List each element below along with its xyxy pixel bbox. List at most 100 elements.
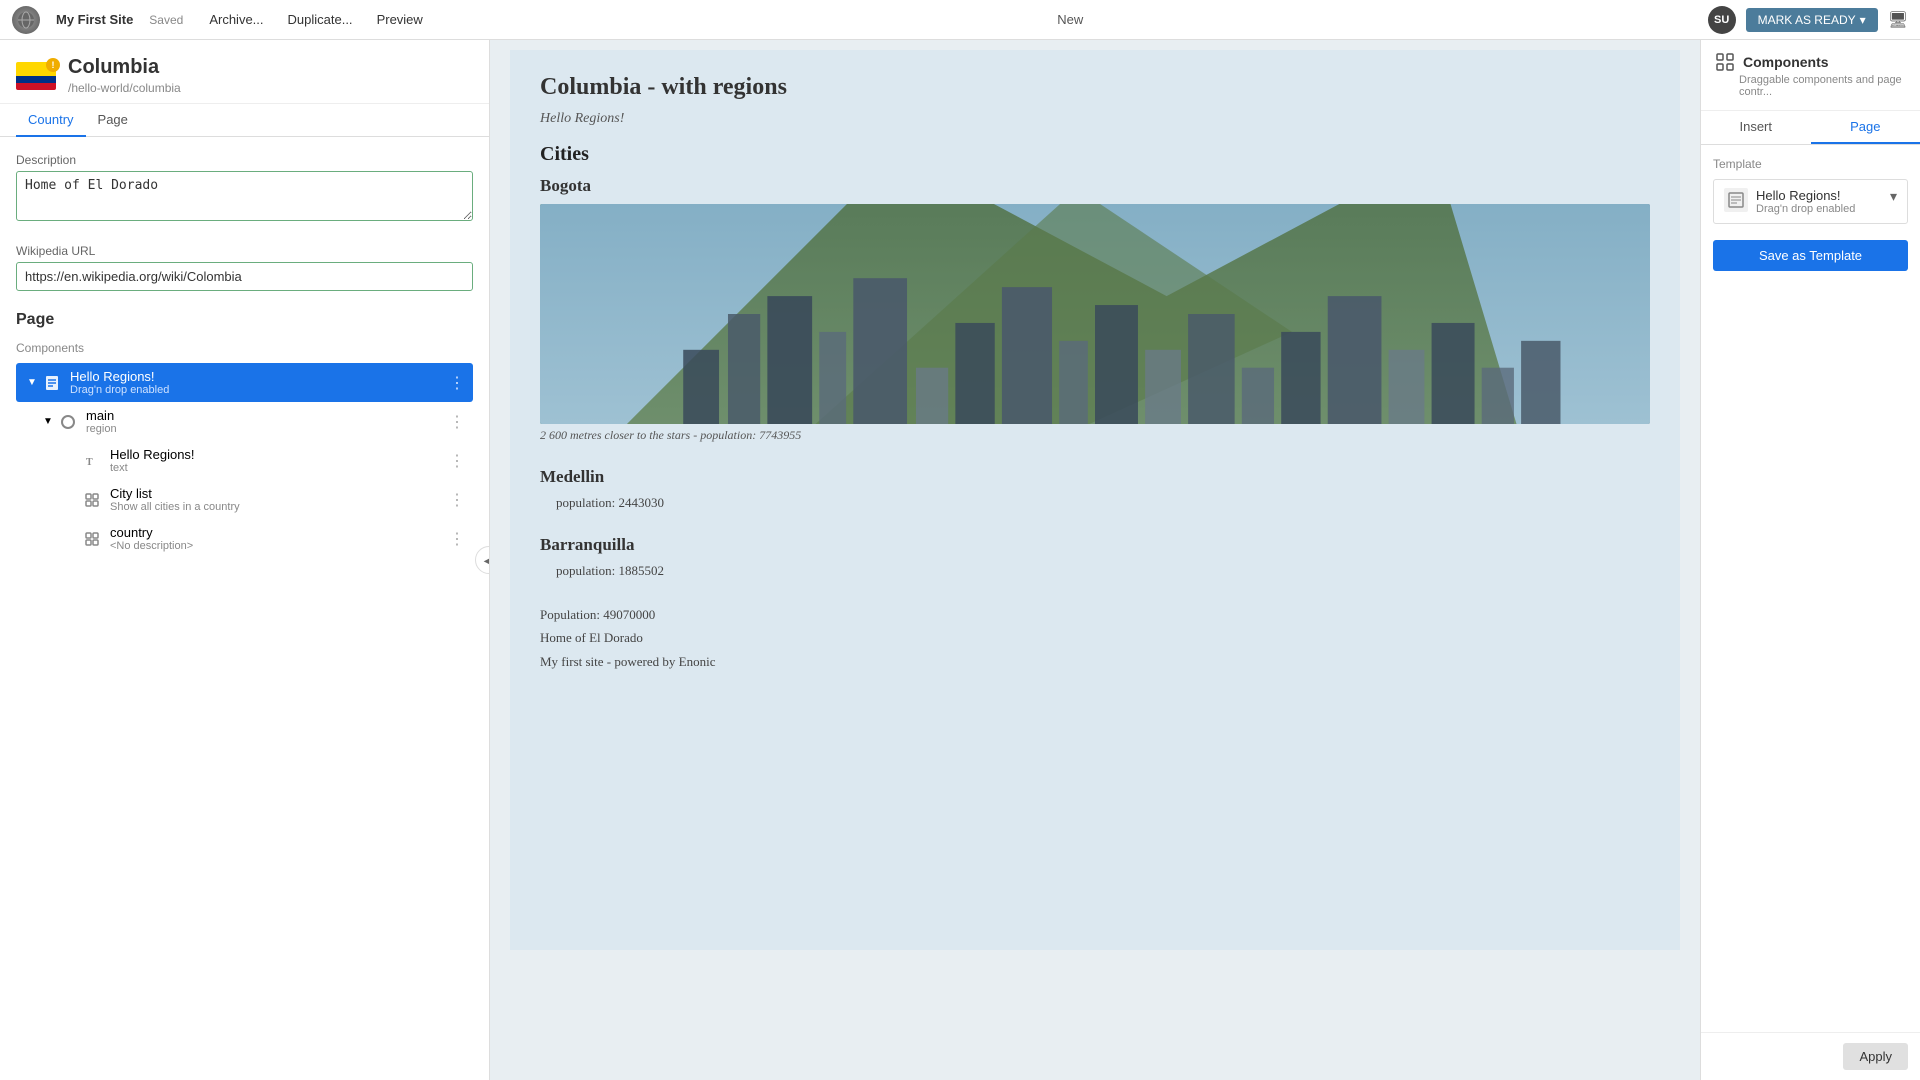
toggle-icon: ▼ [40,414,56,430]
wikipedia-input[interactable] [16,262,473,291]
entity-header: ! Columbia /hello-world/columbia [0,40,489,104]
wikipedia-group: Wikipedia URL [16,244,473,291]
app-logo [12,6,40,34]
footer-line3: My first site - powered by Enonic [540,650,1650,673]
comp-info: main region [86,408,449,435]
medellin-population: population: 2443030 [540,495,1650,511]
preview-hello: Hello Regions! [540,111,1650,127]
tab-insert[interactable]: Insert [1701,111,1811,144]
avatar: SU [1708,6,1736,34]
page-section-title: Page [16,311,473,329]
comp-name: Hello Regions! [110,447,449,462]
archive-button[interactable]: Archive... [199,8,273,31]
template-item[interactable]: Hello Regions! Drag'n drop enabled ▾ [1713,179,1908,224]
puzzle-icon [80,488,104,512]
comp-info: City list Show all cities in a country [110,486,449,513]
circle-icon [56,410,80,434]
comp-menu-icon[interactable]: ⋮ [449,451,465,471]
chevron-down-icon: ▾ [1860,13,1866,27]
preview-cities-heading: Cities [540,143,1650,166]
preview-scroll[interactable]: Columbia - with regions Hello Regions! C… [490,40,1700,1080]
apply-button[interactable]: Apply [1843,1043,1908,1070]
template-name: Hello Regions! [1756,188,1855,203]
city-name: Medellin [540,467,1650,487]
comp-name: country [110,525,449,540]
component-hello-regions[interactable]: ▼ Hello Regions! Drag'n drop enabled ⋮ [16,363,473,402]
comp-menu-icon[interactable]: ⋮ [449,529,465,549]
preview-button[interactable]: Preview [367,8,433,31]
component-city-list[interactable]: City list Show all cities in a country ⋮ [16,480,473,519]
comp-name: City list [110,486,449,501]
flag-warning: ! [46,58,60,72]
description-label: Description [16,153,473,167]
site-name: My First Site [56,12,133,27]
saved-badge: Saved [149,13,183,27]
preview-area: Columbia - with regions Hello Regions! C… [490,40,1700,1080]
left-content: Description Home of El Dorado Wikipedia … [0,137,489,1080]
toggle-spacer [64,492,80,508]
bogota-image [540,204,1650,424]
save-template-button[interactable]: Save as Template [1713,240,1908,271]
right-content: Template Hello Regions! Drag'n drop enab… [1701,145,1920,1032]
footer-info: Population: 49070000 Home of El Dorado M… [540,603,1650,673]
left-tabs: Country Page [0,104,489,137]
component-main[interactable]: ▼ main region ⋮ [16,402,473,441]
rp-title: Components [1715,52,1906,72]
right-actions: SU MARK AS READY ▾ 🖥 [1708,6,1908,34]
template-item-icon [1724,188,1748,212]
wikipedia-label: Wikipedia URL [16,244,473,258]
city-medellin: Medellin population: 2443030 [540,467,1650,511]
bogota-caption: 2 600 metres closer to the stars - popul… [540,428,1650,443]
template-dropdown-icon[interactable]: ▾ [1890,188,1897,205]
duplicate-button[interactable]: Duplicate... [278,8,363,31]
left-panel: ! Columbia /hello-world/columbia Country… [0,40,490,1080]
description-input[interactable]: Home of El Dorado [16,171,473,221]
center-label: New [449,12,1692,27]
template-label: Template [1713,157,1908,171]
description-group: Description Home of El Dorado [16,153,473,224]
comp-menu-icon[interactable]: ⋮ [449,490,465,510]
tab-country[interactable]: Country [16,104,86,137]
toggle-spacer [64,453,80,469]
city-bogota: Bogota [540,176,1650,443]
comp-subtitle: text [110,462,449,474]
comp-menu-icon[interactable]: ⋮ [449,412,465,432]
city-image-container: 2 600 metres closer to the stars - popul… [540,204,1650,443]
component-country[interactable]: country <No description> ⋮ [16,519,473,558]
entity-name: Columbia [68,56,181,79]
comp-subtitle: <No description> [110,540,449,552]
footer-line1: Population: 49070000 [540,603,1650,626]
preview-title: Columbia - with regions [540,74,1650,101]
comp-subtitle: Drag'n drop enabled [70,384,449,396]
footer-line2: Home of El Dorado [540,626,1650,649]
components-label: Components [16,341,473,355]
comp-subtitle: Show all cities in a country [110,501,449,513]
preview-frame: Columbia - with regions Hello Regions! C… [510,50,1680,950]
toggle-icon: ▼ [24,375,40,391]
comp-subtitle: region [86,423,449,435]
comp-name: Hello Regions! [70,369,449,384]
toggle-spacer [64,531,80,547]
city-name: Barranquilla [540,535,1650,555]
template-sub: Drag'n drop enabled [1756,203,1855,215]
component-text[interactable]: T Hello Regions! text ⋮ [16,441,473,480]
top-actions: Archive... Duplicate... Preview [199,8,432,31]
rp-subtitle: Draggable components and page contr... [1715,74,1906,98]
rp-title-text: Components [1743,54,1829,70]
right-tabs: Insert Page [1701,111,1920,145]
main-layout: ! Columbia /hello-world/columbia Country… [0,40,1920,1080]
right-panel-header: Components Draggable components and page… [1701,40,1920,111]
template-item-info: Hello Regions! Drag'n drop enabled [1756,188,1855,215]
tab-page[interactable]: Page [86,104,140,137]
page-icon [40,371,64,395]
mark-ready-button[interactable]: MARK AS READY ▾ [1746,8,1878,32]
puzzle-icon [1715,52,1735,72]
puzzle-icon [80,527,104,551]
comp-info: Hello Regions! Drag'n drop enabled [70,369,449,396]
comp-menu-icon[interactable]: ⋮ [449,373,465,393]
topbar: My First Site Saved Archive... Duplicate… [0,0,1920,40]
tab-page-right[interactable]: Page [1811,111,1920,144]
right-panel: Components Draggable components and page… [1700,40,1920,1080]
text-icon: T [80,449,104,473]
desktop-icon[interactable]: 🖥 [1888,10,1908,30]
